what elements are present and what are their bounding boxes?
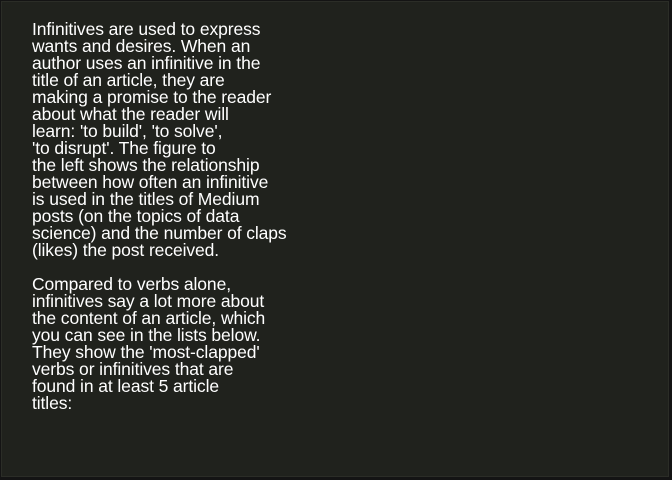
text-line: titles: xyxy=(32,393,73,413)
description-text: Infinitives are used to express wants an… xyxy=(32,20,332,413)
paragraph-verbs-comparison: Compared to verbs alone, infinitives say… xyxy=(32,275,332,413)
paragraph-infinitives-intro: Infinitives are used to express wants an… xyxy=(32,20,332,260)
text-line: (likes) the post received. xyxy=(32,240,220,260)
text-panel: Infinitives are used to express wants an… xyxy=(1,1,669,477)
text-line: found in at least 5 article xyxy=(32,376,219,396)
